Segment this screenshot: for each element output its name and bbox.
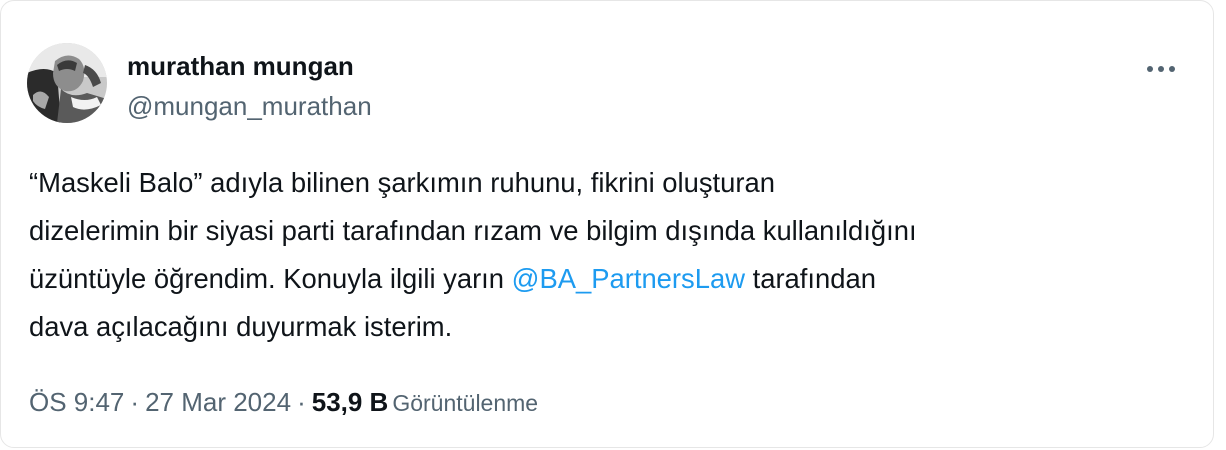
tweet-line: dizelerimin bir siyasi parti tarafından … (29, 207, 1194, 255)
tweet-time[interactable]: ÖS 9:47 (29, 387, 124, 417)
avatar[interactable] (27, 43, 107, 123)
tweet-line: dava açılacağını duyurmak isterim. (29, 303, 1194, 351)
tweet-text-segment: üzüntüyle öğrendim. Konuyla ilgili yarın (29, 263, 512, 294)
tweet-line: “Maskeli Balo” adıyla bilinen şarkımın r… (29, 159, 1194, 207)
tweet-text-segment: tarafından (744, 263, 876, 294)
more-horizontal-icon (1147, 66, 1175, 72)
views-count[interactable]: 53,9 B (312, 387, 389, 417)
tweet-text-segment: “Maskeli Balo” adıyla bilinen şarkımın r… (29, 167, 775, 198)
more-options-button[interactable] (1139, 53, 1183, 85)
author-name[interactable]: murathan mungan (127, 51, 354, 82)
tweet-text: “Maskeli Balo” adıyla bilinen şarkımın r… (29, 159, 1194, 351)
tweet-date[interactable]: 27 Mar 2024 (145, 387, 291, 417)
meta-separator: · (297, 387, 306, 417)
mention-link[interactable]: @BA_PartnersLaw (512, 263, 745, 294)
author-handle[interactable]: @mungan_murathan (127, 91, 372, 122)
views-label: Görüntülenme (392, 390, 539, 416)
tweet-line: üzüntüyle öğrendim. Konuyla ilgili yarın… (29, 255, 1194, 303)
tweet-text-segment: dizelerimin bir siyasi parti tarafından … (29, 215, 917, 246)
tweet-meta: ÖS 9:47 · 27 Mar 2024 · 53,9 B Görüntülenme (29, 387, 538, 418)
tweet-card: murathan mungan @mungan_murathan “Maskel… (0, 0, 1214, 448)
tweet-text-segment: dava açılacağını duyurmak isterim. (29, 311, 453, 342)
meta-separator: · (130, 387, 140, 417)
avatar-photo (27, 43, 107, 123)
